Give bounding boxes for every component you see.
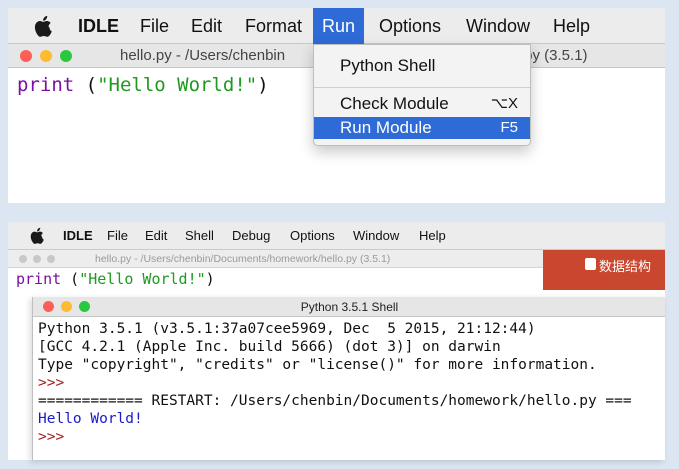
zoom-window-button[interactable] bbox=[47, 255, 55, 263]
menu-item-label: Run Module bbox=[340, 118, 432, 137]
top-screenshot-panel: IDLE File Edit Format Run Options Window… bbox=[8, 8, 665, 203]
shell-line: [GCC 4.2.1 (Apple Inc. build 5666) (dot … bbox=[38, 339, 501, 355]
menu-file[interactable]: File bbox=[107, 222, 128, 250]
minimize-window-button[interactable] bbox=[33, 255, 41, 263]
code-keyword: print bbox=[17, 74, 75, 96]
book-icon bbox=[585, 258, 596, 270]
menu-options[interactable]: Options bbox=[379, 8, 441, 44]
menu-shell[interactable]: Shell bbox=[185, 222, 214, 250]
code-paren-open: ( bbox=[61, 270, 80, 288]
menu-item-run-module[interactable]: Run Module F5 bbox=[314, 117, 530, 139]
menu-app-idle[interactable]: IDLE bbox=[78, 8, 119, 44]
shell-title-bar: Python 3.5.1 Shell bbox=[33, 297, 665, 317]
shell-prompt: >>> bbox=[38, 375, 65, 391]
code-paren-close: ) bbox=[257, 74, 269, 96]
close-window-button[interactable] bbox=[19, 255, 27, 263]
apple-logo-icon[interactable] bbox=[34, 15, 52, 37]
menu-item-shortcut: ⌥X bbox=[490, 95, 518, 112]
background-app-label: 数据结构 bbox=[599, 259, 652, 274]
shell-prompt[interactable]: >>> bbox=[38, 428, 64, 446]
minimize-window-button[interactable] bbox=[40, 50, 52, 62]
menu-file[interactable]: File bbox=[140, 8, 169, 44]
code-string: "Hello World!" bbox=[79, 270, 206, 288]
menu-app-idle[interactable]: IDLE bbox=[63, 222, 93, 250]
menu-window[interactable]: Window bbox=[353, 222, 399, 250]
menu-item-label: Python Shell bbox=[340, 56, 436, 75]
code-keyword: print bbox=[16, 270, 62, 288]
apple-logo-icon[interactable] bbox=[30, 227, 44, 244]
menu-edit[interactable]: Edit bbox=[145, 222, 167, 250]
bottom-screenshot-panel: IDLE File Edit Shell Debug Options Windo… bbox=[8, 222, 665, 460]
shell-text-area[interactable]: Python 3.5.1 (v3.5.1:37a07cee5969, Dec 5… bbox=[33, 318, 665, 460]
menu-bar: IDLE File Edit Format Run Options Window… bbox=[8, 8, 665, 44]
close-window-button[interactable] bbox=[20, 50, 32, 62]
editor-title: hello.py - /Users/chenbin/Documents/home… bbox=[95, 253, 391, 265]
background-app-window[interactable]: 数据结构 bbox=[543, 250, 665, 290]
menu-edit[interactable]: Edit bbox=[191, 8, 222, 44]
menu-options[interactable]: Options bbox=[290, 222, 335, 250]
menu-bar: IDLE File Edit Shell Debug Options Windo… bbox=[8, 222, 665, 250]
menu-help[interactable]: Help bbox=[419, 222, 446, 250]
menu-item-check-module[interactable]: Check Module ⌥X bbox=[314, 93, 530, 115]
menu-run[interactable]: Run bbox=[313, 8, 365, 44]
menu-item-label: Check Module bbox=[340, 94, 449, 113]
editor-text-area[interactable]: print ("Hello World!") bbox=[8, 268, 543, 290]
menu-debug[interactable]: Debug bbox=[232, 222, 270, 250]
code-line: print ("Hello World!") bbox=[16, 269, 215, 289]
run-menu-dropdown: Python Shell Check Module ⌥X Run Module … bbox=[313, 44, 531, 146]
editor-title-left: hello.py - /Users/chenbin bbox=[120, 47, 286, 64]
menu-item-python-shell[interactable]: Python Shell bbox=[314, 55, 530, 77]
zoom-window-button[interactable] bbox=[60, 50, 72, 62]
shell-title: Python 3.5.1 Shell bbox=[300, 300, 399, 314]
code-line: print ("Hello World!") bbox=[17, 73, 269, 97]
code-string: "Hello World!" bbox=[97, 74, 258, 96]
shell-line: Python 3.5.1 (v3.5.1:37a07cee5969, Dec 5… bbox=[38, 321, 536, 337]
menu-help[interactable]: Help bbox=[553, 8, 590, 44]
shell-restart-line: ============ RESTART: /Users/chenbin/Doc… bbox=[38, 393, 632, 409]
menu-separator bbox=[314, 87, 530, 88]
code-paren-open: ( bbox=[74, 74, 98, 96]
code-paren-close: ) bbox=[205, 270, 215, 288]
shell-output-line: Hello World! bbox=[38, 411, 143, 427]
menu-format[interactable]: Format bbox=[245, 8, 302, 44]
python-shell-window: Python 3.5.1 Shell Python 3.5.1 (v3.5.1:… bbox=[32, 297, 665, 460]
shell-line: Type "copyright", "credits" or "license(… bbox=[38, 357, 597, 373]
menu-item-shortcut: F5 bbox=[500, 119, 518, 136]
menu-window[interactable]: Window bbox=[466, 8, 530, 44]
